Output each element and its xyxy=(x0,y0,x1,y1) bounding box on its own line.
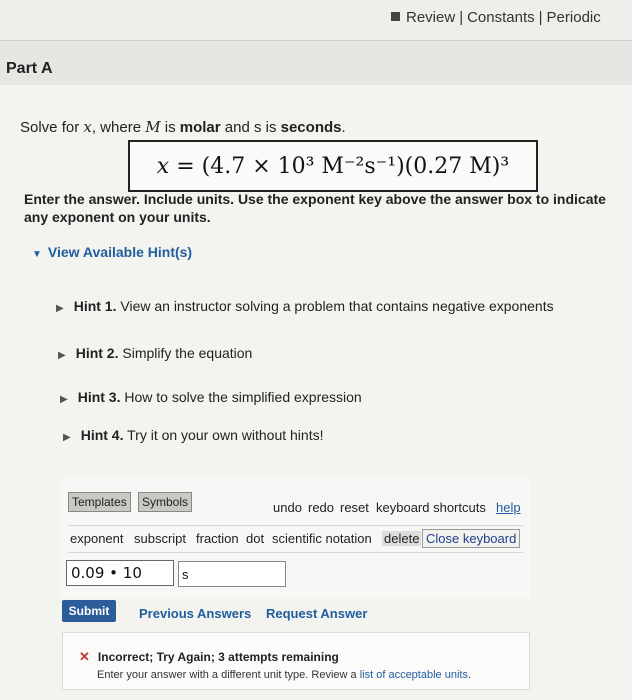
top-bar: Review | Constants | Periodic xyxy=(0,0,632,40)
question-and-s: and s is xyxy=(220,119,281,136)
periodic-table-link[interactable]: Periodic xyxy=(547,9,601,26)
hint-text: Simplify the equation xyxy=(122,345,253,361)
undo-button[interactable]: undo xyxy=(273,500,302,515)
answer-value-input[interactable]: 0.09 • 10 xyxy=(66,560,174,586)
feedback-body: Enter your answer with a different unit … xyxy=(97,669,471,681)
hint-text: Try it on your own without hints! xyxy=(127,427,324,443)
subscript-button[interactable]: subscript xyxy=(134,531,186,546)
hint-number: Hint 3. xyxy=(77,389,121,405)
chevron-right-icon: ▶ xyxy=(58,350,66,361)
acceptable-units-link[interactable]: list of acceptable units xyxy=(360,669,468,681)
math-toolbar: Templates Symbols undo redo reset keyboa… xyxy=(68,492,523,516)
formula-lhs: x = xyxy=(156,153,202,179)
answer-unit-input[interactable]: s xyxy=(178,561,286,587)
hint-item-3[interactable]: ▶ Hint 3. How to solve the simplified exp… xyxy=(60,389,362,405)
previous-answers-link[interactable]: Previous Answers xyxy=(139,606,251,621)
question-text: Solve for x, where M is molar and s is s… xyxy=(20,118,346,136)
hint-item-2[interactable]: ▶ Hint 2. Simplify the equation xyxy=(58,345,252,361)
feedback-title: ✕ Incorrect; Try Again; 3 attempts remain… xyxy=(79,649,339,665)
link-separator: | xyxy=(459,9,464,26)
feedback-body-text: Enter your answer with a different unit … xyxy=(97,669,360,681)
hint-number: Hint 4. xyxy=(80,427,124,443)
templates-tab[interactable]: Templates xyxy=(68,492,131,512)
molar-term: molar xyxy=(179,119,221,136)
scientific-notation-button[interactable]: scientific notation xyxy=(272,531,372,546)
exponent-button[interactable]: exponent xyxy=(70,531,124,546)
constants-link[interactable]: Constants xyxy=(467,9,535,26)
chevron-right-icon: ▶ xyxy=(63,432,71,443)
close-keyboard-button[interactable]: Close keyboard xyxy=(422,529,521,548)
delete-button[interactable]: delete xyxy=(382,531,422,546)
chevron-right-icon: ▶ xyxy=(60,394,68,405)
chevron-right-icon: ▶ xyxy=(56,303,64,314)
answer-instructions: Enter the answer. Include units. Use the… xyxy=(24,191,606,225)
chevron-down-icon: ▼ xyxy=(32,249,42,260)
variable-m: M xyxy=(145,118,161,136)
question-end: . xyxy=(341,119,346,136)
hint-number: Hint 1. xyxy=(73,298,117,314)
redo-button[interactable]: redo xyxy=(308,500,334,515)
seconds-term: seconds xyxy=(280,119,342,136)
fraction-button[interactable]: fraction xyxy=(196,531,239,546)
hints-toggle-label: View Available Hint(s) xyxy=(47,244,193,260)
help-link[interactable]: help xyxy=(496,500,521,515)
dot-button[interactable]: dot xyxy=(246,531,264,546)
formula-box: x = (4.7 × 10³ M⁻²s⁻¹)(0.27 M)³ xyxy=(128,140,538,192)
feedback-body-end: . xyxy=(467,669,472,681)
question-is: is xyxy=(160,119,180,136)
question-middle: , where xyxy=(91,119,146,136)
resource-links: Review | Constants | Periodic xyxy=(391,9,601,26)
question-prefix: Solve for xyxy=(20,119,84,136)
hint-text: View an instructor solving a problem tha… xyxy=(120,298,554,314)
hint-number: Hint 2. xyxy=(75,345,119,361)
variable-x: x xyxy=(83,118,92,136)
symbols-tab[interactable]: Symbols xyxy=(138,492,193,512)
feedback-box: ✕ Incorrect; Try Again; 3 attempts remain… xyxy=(62,632,530,690)
view-hints-toggle[interactable]: ▼ View Available Hint(s) xyxy=(32,244,192,260)
part-title: Part A xyxy=(6,60,53,77)
math-keyboard: exponent subscript fraction dot scientif… xyxy=(68,525,523,553)
submit-button[interactable]: Submit xyxy=(62,600,116,622)
hint-text: How to solve the simplified expression xyxy=(124,389,362,405)
hint-item-1[interactable]: ▶ Hint 1. View an instructor solving a pr… xyxy=(56,298,554,314)
bookmark-icon xyxy=(391,12,400,21)
close-icon: ✕ xyxy=(79,649,90,664)
reset-button[interactable]: reset xyxy=(340,500,369,515)
formula-expression: (4.7 × 10³ M⁻²s⁻¹)(0.27 M)³ xyxy=(201,153,510,179)
request-answer-link[interactable]: Request Answer xyxy=(266,606,367,621)
keyboard-shortcuts-link[interactable]: keyboard shortcuts xyxy=(376,500,486,515)
divider xyxy=(0,40,632,41)
link-separator: | xyxy=(538,9,543,26)
review-link[interactable]: Review xyxy=(406,9,455,26)
feedback-title-text: Incorrect; Try Again; 3 attempts remaini… xyxy=(97,650,339,664)
hint-item-4[interactable]: ▶ Hint 4. Try it on your own without hint… xyxy=(63,427,323,443)
